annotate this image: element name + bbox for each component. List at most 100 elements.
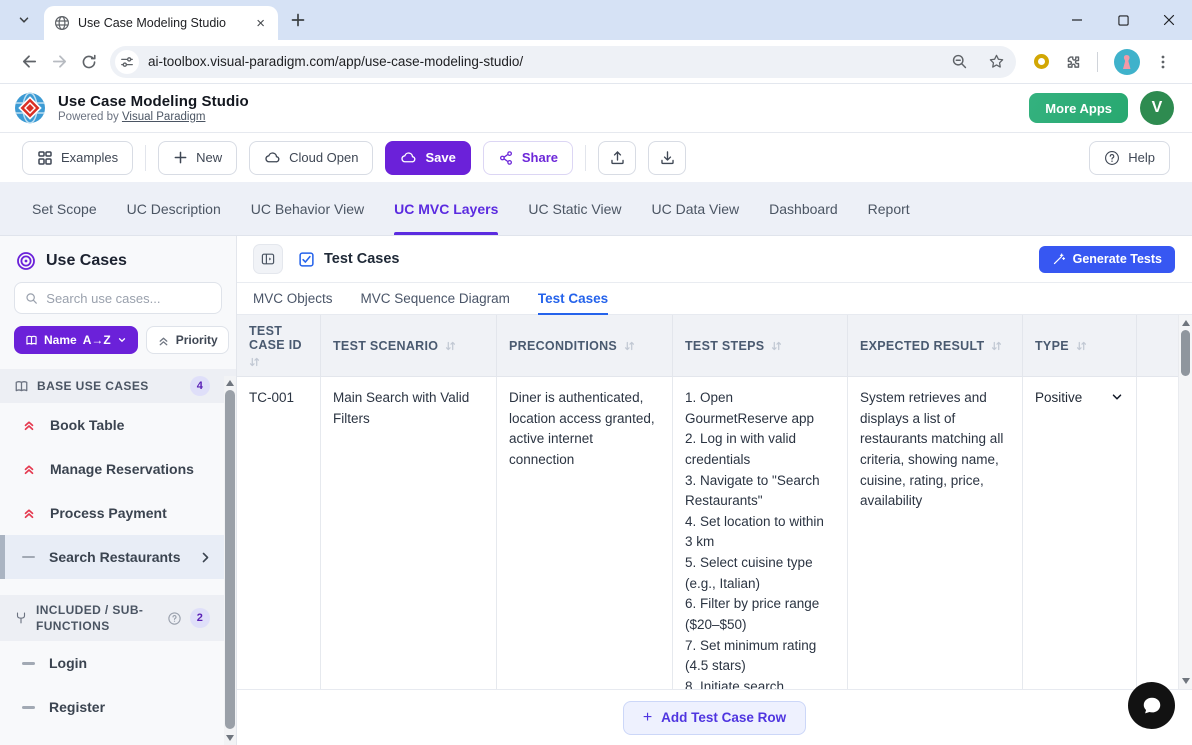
tab-uc-data-view[interactable]: UC Data View (651, 182, 739, 235)
sort-icon (445, 340, 456, 352)
subtab-test-cases[interactable]: Test Cases (538, 283, 608, 314)
subtab-mvc-sequence-diagram[interactable]: MVC Sequence Diagram (361, 283, 510, 314)
window-controls (1054, 0, 1192, 40)
sort-by-priority-button[interactable]: Priority (146, 326, 229, 354)
tab-search-button[interactable] (10, 7, 38, 33)
more-apps-button[interactable]: More Apps (1029, 93, 1128, 123)
forward-button[interactable] (44, 47, 74, 77)
col-header-test-case-id[interactable]: TEST CASE ID (237, 315, 321, 377)
use-case-search[interactable] (14, 282, 222, 314)
import-button[interactable] (598, 141, 636, 175)
priority-high-icon (22, 462, 36, 476)
scrollbar-thumb[interactable] (1181, 330, 1190, 376)
browser-profile-avatar[interactable] (1114, 49, 1140, 75)
cell-expected-result[interactable]: System retrieves and displays a list of … (848, 377, 1023, 689)
sidebar-item-manage-reservations[interactable]: Manage Reservations (0, 447, 236, 491)
col-header-preconditions[interactable]: PRECONDITIONS (497, 315, 673, 377)
search-input[interactable] (46, 291, 211, 306)
visual-paradigm-link[interactable]: Visual Paradigm (122, 111, 206, 123)
new-tab-button[interactable] (290, 12, 306, 28)
browser-tab-strip: Use Case Modeling Studio × (0, 0, 1192, 40)
cell-test-case-id[interactable]: TC-001 (237, 377, 321, 689)
chat-bubble-icon (1141, 695, 1163, 717)
minimize-button[interactable] (1054, 0, 1100, 40)
tune-icon (120, 55, 134, 69)
share-button[interactable]: Share (483, 141, 573, 175)
sidebar-item-search-restaurants[interactable]: Search Restaurants (0, 535, 236, 579)
col-header-test-scenario[interactable]: TEST SCENARIO (321, 315, 497, 377)
cell-test-scenario[interactable]: Main Search with Valid Filters (321, 377, 497, 689)
priority-high-icon (22, 506, 36, 520)
maximize-button[interactable] (1100, 0, 1146, 40)
site-settings-button[interactable] (115, 50, 139, 74)
sort-icon (771, 340, 782, 352)
col-header-test-steps[interactable]: TEST STEPS (673, 315, 848, 377)
omnibox[interactable]: ai-toolbox.visual-paradigm.com/app/use-c… (110, 46, 1016, 78)
browser-menu-button[interactable] (1148, 47, 1178, 77)
puzzle-icon (1065, 53, 1083, 71)
scroll-up-arrow[interactable] (1179, 317, 1192, 329)
test-cases-table: TEST CASE ID TEST SCENARIO PRECONDITIONS… (237, 315, 1192, 689)
add-test-case-row-button[interactable]: + Add Test Case Row (623, 701, 806, 735)
subtab-mvc-objects[interactable]: MVC Objects (253, 283, 333, 314)
plus-icon (290, 12, 306, 28)
module-tabs: Set Scope UC Description UC Behavior Vie… (0, 182, 1192, 236)
table-scrollbar[interactable] (1178, 315, 1192, 689)
examples-button[interactable]: Examples (22, 141, 133, 175)
sort-by-name-button[interactable]: Name A→Z (14, 326, 138, 354)
extension-badge-icon[interactable] (1034, 54, 1049, 69)
extensions-button[interactable] (1059, 47, 1089, 77)
new-button[interactable]: New (158, 141, 237, 175)
sort-icon (249, 356, 260, 368)
sidebar-item-process-payment[interactable]: Process Payment (0, 491, 236, 535)
cell-preconditions[interactable]: Diner is authenticated, location access … (497, 377, 673, 689)
chat-widget-button[interactable] (1128, 682, 1175, 729)
base-use-cases-header: BASE USE CASES 4 (0, 369, 236, 403)
col-header-type[interactable]: TYPE (1023, 315, 1137, 377)
sidebar-scrollbar[interactable] (224, 376, 236, 745)
help-button[interactable]: Help (1089, 141, 1170, 175)
zoom-button[interactable] (945, 48, 973, 76)
tab-close-button[interactable]: × (253, 15, 268, 32)
tab-title: Use Case Modeling Studio (78, 16, 245, 30)
use-cases-sidebar: Use Cases Name A→Z Priority BASE USE CAS… (0, 236, 237, 745)
grid-icon (37, 150, 53, 166)
tab-set-scope[interactable]: Set Scope (32, 182, 97, 235)
tab-dashboard[interactable]: Dashboard (769, 182, 838, 235)
cell-type: Positive (1023, 377, 1137, 689)
scroll-down-arrow[interactable] (1179, 675, 1192, 687)
tab-report[interactable]: Report (868, 182, 910, 235)
bookmark-button[interactable] (982, 48, 1010, 76)
use-case-list: BASE USE CASES 4 Book Table Manage Reser… (0, 369, 236, 745)
sidebar-item-login[interactable]: Login (0, 641, 236, 685)
reload-button[interactable] (74, 47, 104, 77)
close-window-button[interactable] (1146, 0, 1192, 40)
scroll-down-arrow[interactable] (224, 732, 236, 744)
browser-tab[interactable]: Use Case Modeling Studio × (44, 6, 278, 40)
col-header-expected-result[interactable]: EXPECTED RESULT (848, 315, 1023, 377)
sidebar-item-book-table[interactable]: Book Table (0, 403, 236, 447)
tab-uc-behavior-view[interactable]: UC Behavior View (251, 182, 364, 235)
export-button[interactable] (648, 141, 686, 175)
url-text[interactable]: ai-toolbox.visual-paradigm.com/app/use-c… (148, 54, 936, 69)
type-select[interactable]: Positive (1035, 388, 1124, 409)
cell-test-steps[interactable]: 1. Open GourmetReserve app 2. Log in wit… (673, 377, 848, 689)
tab-uc-mvc-layers[interactable]: UC MVC Layers (394, 182, 498, 235)
chevron-down-icon (17, 13, 31, 27)
question-circle-icon[interactable] (167, 611, 182, 626)
generate-tests-button[interactable]: Generate Tests (1039, 246, 1175, 273)
tab-uc-description[interactable]: UC Description (127, 182, 221, 235)
sidebar-toggle-button[interactable] (253, 244, 283, 274)
cloud-open-button[interactable]: Cloud Open (249, 141, 373, 175)
scroll-up-arrow[interactable] (224, 377, 236, 389)
save-button[interactable]: Save (385, 141, 470, 175)
base-count-badge: 4 (190, 376, 210, 396)
back-arrow-icon (20, 52, 39, 71)
back-button[interactable] (14, 47, 44, 77)
book-icon (25, 334, 38, 347)
toolbar-separator (1097, 52, 1098, 72)
sidebar-item-register[interactable]: Register (0, 685, 236, 729)
user-avatar[interactable]: V (1140, 91, 1174, 125)
tab-uc-static-view[interactable]: UC Static View (528, 182, 621, 235)
scrollbar-thumb[interactable] (225, 390, 235, 729)
